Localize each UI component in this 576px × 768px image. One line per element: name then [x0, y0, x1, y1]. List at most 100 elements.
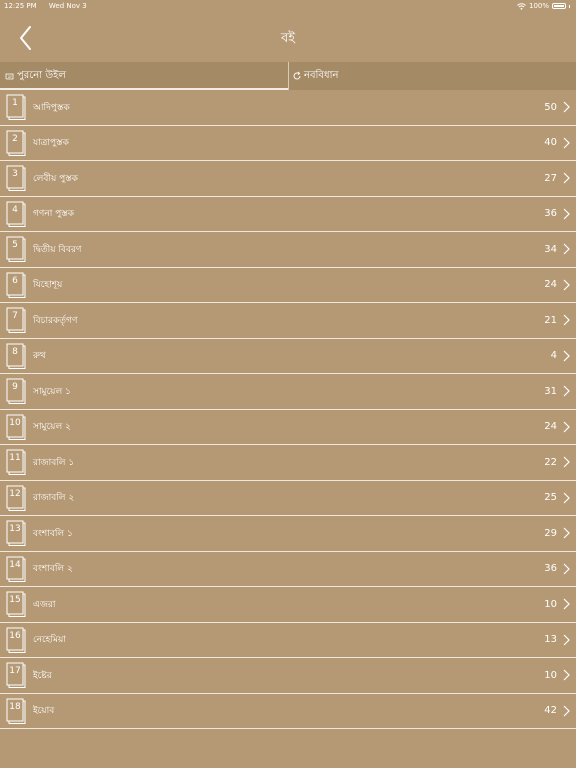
book-row[interactable]: 15 এজরা 10: [0, 587, 576, 623]
testament-tabs: পুরনো উইল নববিধান: [0, 62, 576, 90]
chevron-right-icon: [563, 456, 570, 468]
book-name: রাজাবলি ২: [33, 493, 75, 504]
chevron-right-icon: [563, 101, 570, 113]
battery-cap: [569, 4, 570, 8]
chevron-right-icon: [563, 598, 570, 610]
book-name: ইয়োব: [33, 706, 55, 717]
book-row[interactable]: 5 দ্বিতীয় বিবরণ 34: [0, 232, 576, 268]
book-number: 13: [9, 524, 21, 534]
book-name: নেহেমিয়া: [33, 635, 66, 646]
status-bar: 12:25 PM Wed Nov 3 100%: [0, 0, 576, 12]
tab-new-label: নববিধান: [304, 69, 339, 81]
status-time: 12:25 PM: [4, 2, 37, 10]
chevron-right-icon: [563, 385, 570, 397]
book-row[interactable]: 18 ইয়োব 42: [0, 694, 576, 729]
book-number: 11: [9, 453, 21, 463]
tab-old-label: পুরনো উইল: [17, 69, 66, 81]
chapter-count: 50: [544, 101, 557, 113]
chapter-count: 10: [544, 669, 557, 681]
chapter-count: 40: [544, 137, 557, 149]
book-name: বংশাবলি ২: [33, 564, 73, 575]
chapter-count: 10: [544, 598, 557, 610]
chapter-count: 22: [544, 456, 557, 468]
book-row[interactable]: 1 আদিপুস্তক 50: [0, 90, 576, 126]
chapter-count: 24: [544, 421, 557, 433]
chapter-count: 36: [544, 208, 557, 220]
refresh-icon: [293, 71, 301, 80]
book-row[interactable]: 16 নেহেমিয়া 13: [0, 623, 576, 658]
chapter-count: 42: [544, 705, 557, 717]
chevron-right-icon: [563, 527, 570, 539]
status-left: 12:25 PM Wed Nov 3: [4, 0, 97, 12]
chevron-right-icon: [563, 137, 570, 149]
book-number: 5: [12, 240, 18, 250]
wifi-icon: [517, 2, 526, 10]
book-row[interactable]: 4 গণনা পুস্তক 36: [0, 197, 576, 232]
book-number: 1: [12, 98, 18, 108]
chevron-right-icon: [563, 705, 570, 717]
book-number: 7: [12, 311, 18, 321]
book-name: সামুয়েল ১: [33, 386, 71, 397]
book-number: 4: [12, 204, 18, 215]
book-number: 16: [9, 630, 21, 641]
chapter-count: 4: [550, 350, 557, 362]
chapter-count: 13: [544, 634, 557, 646]
chevron-right-icon: [563, 669, 570, 681]
chapter-count: 31: [544, 385, 557, 397]
book-number: 15: [9, 595, 21, 605]
chevron-right-icon: [563, 208, 570, 220]
chapter-count: 36: [544, 563, 557, 575]
chevron-right-icon: [563, 243, 570, 255]
book-name: গণনা পুস্তক: [33, 209, 75, 220]
book-row[interactable]: 12 রাজাবলি ২ 25: [0, 481, 576, 516]
chevron-right-icon: [563, 563, 570, 575]
book-row[interactable]: 13 বংশাবলি ১ 29: [0, 516, 576, 552]
book-number: 14: [9, 559, 21, 570]
status-right: 100%: [517, 0, 570, 12]
book-row[interactable]: 14 বংশাবলি ২ 36: [0, 552, 576, 587]
tab-new-testament[interactable]: নববিধান: [288, 62, 576, 90]
book-row[interactable]: 11 রাজাবলি ১ 22: [0, 445, 576, 481]
book-number: 10: [9, 417, 21, 428]
status-date: Wed Nov 3: [48, 2, 87, 10]
chevron-right-icon: [563, 172, 570, 184]
book-row[interactable]: 2 যাত্রাপুস্তক 40: [0, 126, 576, 161]
book-name: আদিপুস্তক: [33, 102, 70, 113]
book-name: সামুয়েল ২: [33, 422, 71, 433]
book-number: 8: [12, 346, 18, 357]
book-row[interactable]: 9 সামুয়েল ১ 31: [0, 374, 576, 410]
chevron-right-icon: [563, 492, 570, 504]
battery-icon: [552, 3, 566, 9]
chevron-right-icon: [563, 350, 570, 362]
book-number: 12: [9, 488, 21, 499]
book-list: 1 আদিপুস্তক 50 2 যাত্রাপুস্তক 40 3 লেবীয় পুস্ত…: [0, 90, 576, 729]
book-row[interactable]: 17 ইষ্টের 10: [0, 658, 576, 694]
book-name: যাত্রাপুস্তক: [33, 138, 69, 149]
book-row[interactable]: 6 যিহোশূয় 24: [0, 268, 576, 303]
book-name: রুথ: [33, 351, 46, 362]
book-name: যিহোশূয়: [33, 280, 63, 291]
scroll-icon: [5, 73, 14, 80]
book-number: 18: [9, 701, 21, 712]
page-title: বই: [281, 31, 295, 46]
battery-percent: 100%: [528, 2, 549, 10]
book-row[interactable]: 7 বিচারকর্তৃগণ 21: [0, 303, 576, 339]
book-number: 2: [12, 133, 18, 144]
book-name: লেবীয় পুস্তক: [33, 173, 78, 184]
chapter-count: 34: [544, 243, 557, 255]
navigation-bar: বই: [0, 12, 576, 62]
book-row[interactable]: 3 লেবীয় পুস্তক 27: [0, 161, 576, 197]
book-name: এজরা: [33, 599, 56, 610]
chevron-right-icon: [563, 279, 570, 291]
book-name: দ্বিতীয় বিবরণ: [33, 244, 82, 255]
book-name: বংশাবলি ১: [33, 528, 73, 539]
book-number: 9: [12, 382, 18, 392]
chapter-count: 24: [544, 279, 557, 291]
book-row[interactable]: 10 সামুয়েল ২ 24: [0, 410, 576, 445]
chapter-count: 21: [544, 314, 557, 326]
chapter-count: 25: [544, 492, 557, 504]
book-name: বিচারকর্তৃগণ: [33, 315, 78, 326]
tab-old-testament[interactable]: পুরনো উইল: [0, 62, 288, 90]
book-row[interactable]: 8 রুথ 4: [0, 339, 576, 374]
book-name: ইষ্টের: [33, 670, 52, 681]
